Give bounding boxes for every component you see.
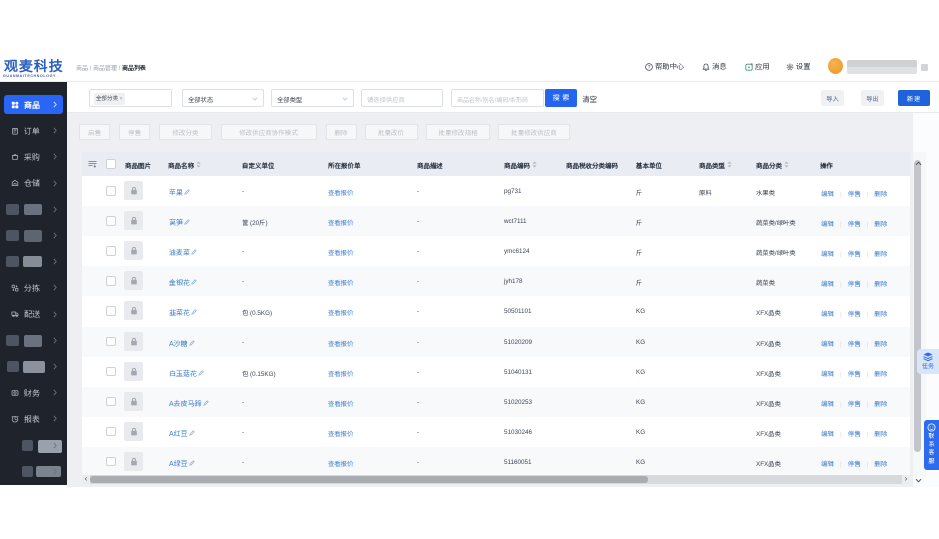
svg-text:?: ?: [648, 64, 651, 70]
